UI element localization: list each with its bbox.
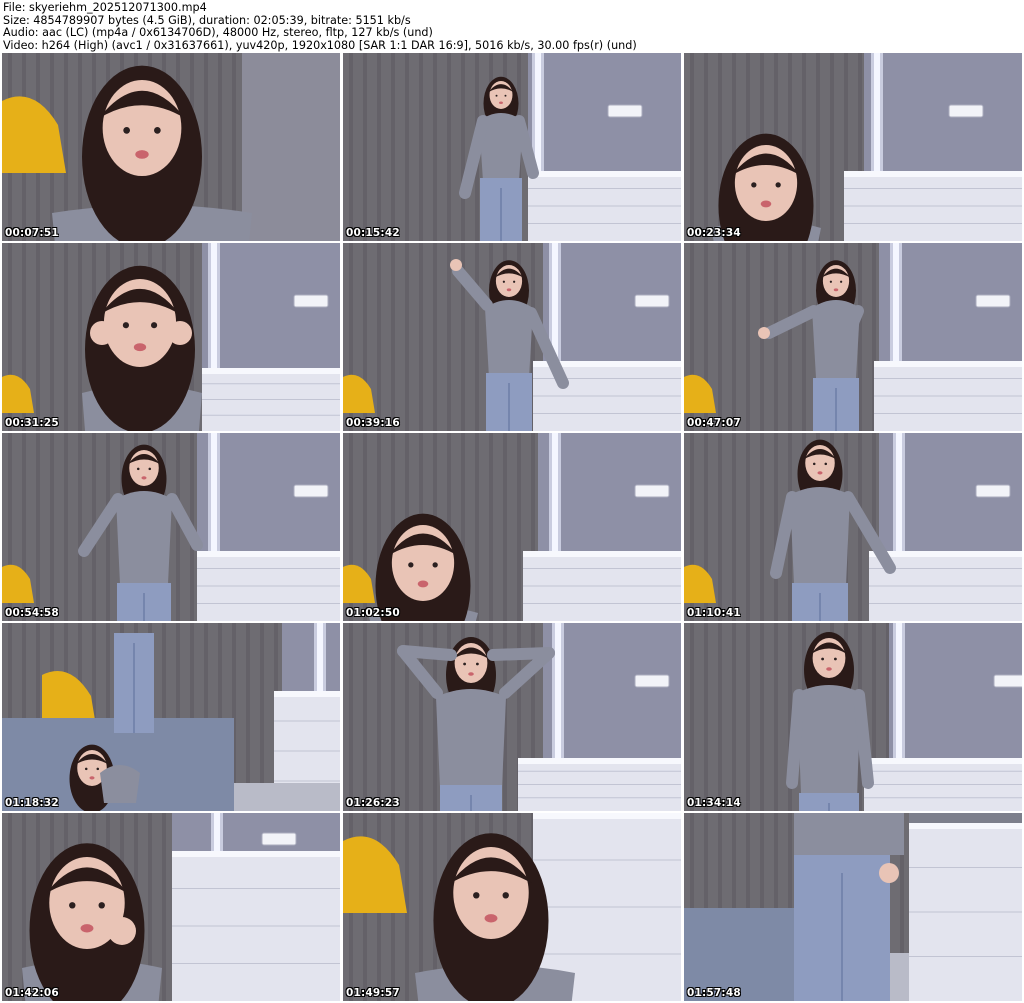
thumbnail-timestamp: 00:39:16 [346,417,400,429]
thumbnail-timestamp: 01:57:48 [687,987,741,999]
thumbnail-frame-image [343,623,681,811]
thumbnail-timestamp: 00:15:42 [346,227,400,239]
thumbnail-timestamp: 00:31:25 [5,417,59,429]
thumbnail-frame-image [343,813,681,1001]
video-thumbnail: 01:18:32 [2,623,340,811]
thumbnail-timestamp: 01:34:14 [687,797,741,809]
file-size-line: Size: 4854789907 bytes (4.5 GiB), durati… [3,14,411,27]
thumbnail-frame-image [2,433,340,621]
video-thumbnail: 01:10:41 [684,433,1022,621]
video-thumbnail: 00:07:51 [2,53,340,241]
thumbnail-frame-image [684,623,1022,811]
thumbnail-timestamp: 01:42:06 [5,987,59,999]
video-thumbnail: 01:26:23 [343,623,681,811]
video-thumbnail: 00:54:58 [2,433,340,621]
thumbnail-frame-image [684,53,1022,241]
audio-info-line: Audio: aac (LC) (mp4a / 0x6134706D), 480… [3,27,433,39]
thumbnail-frame-image [684,243,1022,431]
video-thumbnail: 01:49:57 [343,813,681,1001]
thumbnail-timestamp: 01:02:50 [346,607,400,619]
video-thumbnail: 01:42:06 [2,813,340,1001]
video-info-line: Video: h264 (High) (avc1 / 0x31637661), … [3,39,637,52]
thumbnail-grid: 00:07:51 00:15:42 00:23:34 00:31:25 00:39:16… [2,53,1022,1003]
thumbnail-frame-image [2,623,340,811]
thumbnail-timestamp: 00:07:51 [5,227,59,239]
thumbnail-frame-image [2,243,340,431]
thumbnail-timestamp: 00:54:58 [5,607,59,619]
file-info-header: File: skyeriehm_202512071300.mp4 Size: 4… [3,2,1021,52]
thumbnail-timestamp: 01:49:57 [346,987,400,999]
thumbnail-frame-image [343,53,681,241]
video-thumbnail: 00:39:16 [343,243,681,431]
thumbnail-timestamp: 00:23:34 [687,227,741,239]
thumbnail-timestamp: 01:26:23 [346,797,400,809]
thumbnail-frame-image [2,813,340,1001]
thumbnail-frame-image [2,53,340,241]
video-thumbnail: 01:02:50 [343,433,681,621]
video-thumbnail: 00:31:25 [2,243,340,431]
thumbnail-timestamp: 00:47:07 [687,417,741,429]
video-thumbnail: 00:23:34 [684,53,1022,241]
thumbnail-timestamp: 01:10:41 [687,607,741,619]
thumbnail-frame-image [684,813,1022,1001]
video-thumbnail: 01:34:14 [684,623,1022,811]
video-thumbnail: 00:15:42 [343,53,681,241]
thumbnail-frame-image [684,433,1022,621]
thumbnail-frame-image [343,433,681,621]
video-thumbnail: 01:57:48 [684,813,1022,1001]
thumbnail-frame-image [343,243,681,431]
thumbnail-timestamp: 01:18:32 [5,797,59,809]
video-thumbnail: 00:47:07 [684,243,1022,431]
file-name-line: File: skyeriehm_202512071300.mp4 [3,2,207,14]
